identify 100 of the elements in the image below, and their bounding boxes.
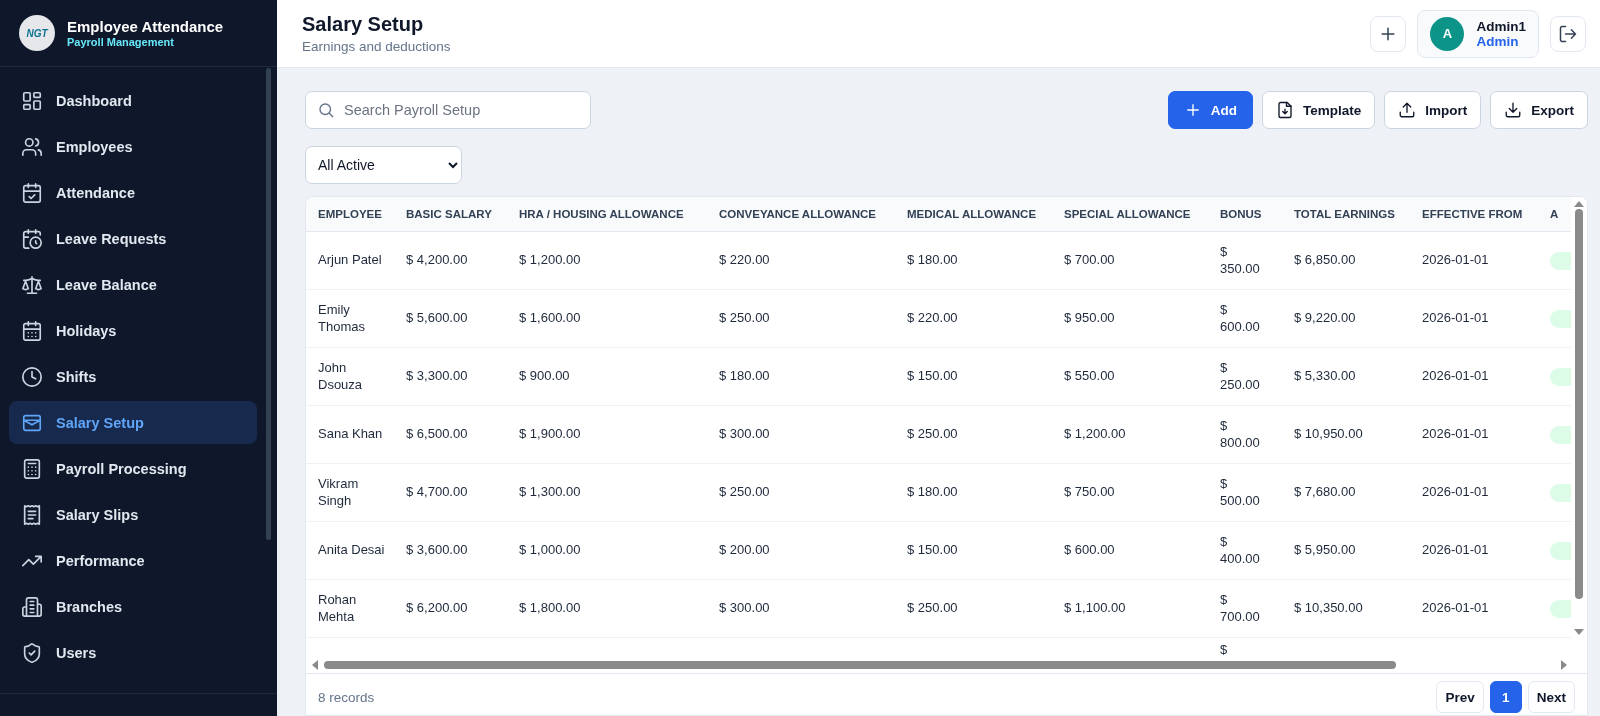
table-cell: $ 6,200.00 xyxy=(406,600,468,616)
sidebar-item[interactable]: Payroll Processing xyxy=(9,447,257,490)
add-button[interactable]: Add xyxy=(1167,91,1253,129)
table-cell: $ 250.00 xyxy=(719,310,770,326)
column-header: EFFECTIVE FROM xyxy=(1422,208,1523,220)
receipt-icon xyxy=(21,503,43,526)
table-cell: $ 5,330.00 xyxy=(1294,368,1356,384)
column-header: A xyxy=(1550,208,1559,220)
building-icon xyxy=(21,595,43,618)
sidebar-item[interactable]: Holidays xyxy=(9,309,257,352)
table-cell: $ xyxy=(1220,642,1228,657)
search-field[interactable]: Search Payroll Setup xyxy=(305,91,591,129)
record-count: 8 records xyxy=(318,689,375,705)
user-role: Admin xyxy=(1476,33,1520,49)
status-dropdown[interactable]: All Active xyxy=(305,146,462,184)
table-cell: 2026-01-01 xyxy=(1422,600,1489,616)
table-cell: $ 700.00 xyxy=(1220,592,1260,624)
toolbar-button[interactable]: Template xyxy=(1261,91,1376,129)
column-header: TOTAL EARNINGS xyxy=(1294,208,1395,220)
table-cell: 2026-01-01 xyxy=(1422,310,1489,326)
table-cell: $ 950.00 xyxy=(1064,310,1115,326)
file-icon xyxy=(1275,101,1294,119)
table-cell: $ 180.00 xyxy=(907,484,958,500)
table-cell: $ 1,600.00 xyxy=(519,310,581,326)
table-cell: $ 3,600.00 xyxy=(406,542,468,558)
table-cell: $ 4,700.00 xyxy=(406,484,468,500)
sidebar-item[interactable]: Salary Slips xyxy=(9,493,257,536)
calendar-icon xyxy=(21,181,43,204)
table-cell: $ 300.00 xyxy=(719,426,770,442)
table-cell: $ 350.00 xyxy=(1220,244,1260,276)
column-header: BONUS xyxy=(1220,208,1262,220)
scale-icon xyxy=(21,273,43,296)
sidebar-item[interactable]: Employees xyxy=(9,125,257,168)
table-cell: $ 250.00 xyxy=(907,426,958,442)
table-cell: $ 600.00 xyxy=(1220,302,1260,334)
sidebar-item[interactable]: Users xyxy=(9,631,257,674)
table-cell: $ 250.00 xyxy=(907,600,958,616)
user-name: Admin1 xyxy=(1476,18,1526,34)
page-button[interactable]: 1 xyxy=(1489,681,1522,713)
table-cell: $ 400.00 xyxy=(1220,534,1260,566)
app-subtitle: Payroll Management xyxy=(67,36,175,48)
table-cell: $ 3,300.00 xyxy=(406,368,468,384)
calendar-icon xyxy=(21,319,43,342)
users-icon xyxy=(21,135,43,158)
prev-button[interactable]: Prev xyxy=(1436,681,1484,713)
column-header: CONVEYANCE ALLOWANCE xyxy=(719,208,876,220)
table-cell: $ 800.00 xyxy=(1220,418,1260,450)
table-cell: Sana Khan xyxy=(318,426,383,442)
table-cell: $ 7,680.00 xyxy=(1294,484,1356,500)
upload-icon xyxy=(1398,101,1417,119)
table-cell: $ 1,900.00 xyxy=(519,426,581,442)
table-cell: $ 550.00 xyxy=(1064,368,1115,384)
table-cell: $ 600.00 xyxy=(1064,542,1115,558)
calculator-icon xyxy=(21,457,43,480)
table-cell: Anita Desai xyxy=(318,542,385,558)
toolbar-button[interactable]: Import xyxy=(1384,91,1482,129)
table-cell: $ 700.00 xyxy=(1064,252,1115,268)
sidebar-item[interactable]: Leave Balance xyxy=(9,263,257,306)
table-cell: $ 1,300.00 xyxy=(519,484,581,500)
sidebar-item[interactable]: Salary Setup xyxy=(9,401,257,444)
table-cell: $ 1,100.00 xyxy=(1064,600,1126,616)
table-cell: Arjun Patel xyxy=(318,252,382,268)
table-cell: $ 250.00 xyxy=(1220,360,1260,392)
table-cell: $ 150.00 xyxy=(907,368,958,384)
table-cell: $ 1,800.00 xyxy=(519,600,581,616)
table-cell: $ 10,950.00 xyxy=(1294,426,1363,442)
table-cell: $ 500.00 xyxy=(1220,476,1260,508)
sidebar-item[interactable]: Shifts xyxy=(9,355,257,398)
sidebar-item[interactable]: Attendance xyxy=(9,171,257,214)
sidebar-item[interactable]: Dashboard xyxy=(9,79,257,122)
table-cell: $ 9,220.00 xyxy=(1294,310,1356,326)
column-header: EMPLOYEE xyxy=(318,208,382,220)
table-cell: $ 5,600.00 xyxy=(406,310,468,326)
table-cell: $ 6,850.00 xyxy=(1294,252,1356,268)
user-profile[interactable]: A Admin1 Admin xyxy=(1417,9,1539,58)
table-cell: Vikram Singh xyxy=(318,476,359,508)
toolbar-button[interactable]: Export xyxy=(1490,91,1588,129)
table-cell: $ 220.00 xyxy=(719,252,770,268)
add-button[interactable] xyxy=(1370,15,1407,52)
logout-icon xyxy=(1558,23,1578,44)
next-button[interactable]: Next xyxy=(1527,681,1575,713)
calendar-clock-icon xyxy=(21,227,43,250)
table-cell: $ 6,500.00 xyxy=(406,426,468,442)
avatar: A xyxy=(1430,16,1465,51)
sidebar-item[interactable]: Branches xyxy=(9,585,257,628)
table-cell: $ 1,200.00 xyxy=(1064,426,1126,442)
table-cell: $ 220.00 xyxy=(907,310,958,326)
table-cell: $ 300.00 xyxy=(719,600,770,616)
sidebar-item[interactable]: Leave Requests xyxy=(9,217,257,260)
shield-icon xyxy=(21,641,43,664)
clock-icon xyxy=(21,365,43,388)
table-cell: 2026-01-01 xyxy=(1422,542,1489,558)
table-cell: $ 10,350.00 xyxy=(1294,600,1363,616)
table-cell: $ 1,000.00 xyxy=(519,542,581,558)
scrollbar[interactable] xyxy=(266,68,271,540)
logout-button[interactable] xyxy=(1550,15,1586,52)
table-cell: $ 900.00 xyxy=(519,368,570,384)
table-cell: $ 250.00 xyxy=(719,484,770,500)
table-cell: $ 5,950.00 xyxy=(1294,542,1356,558)
sidebar-item[interactable]: Performance xyxy=(9,539,257,582)
